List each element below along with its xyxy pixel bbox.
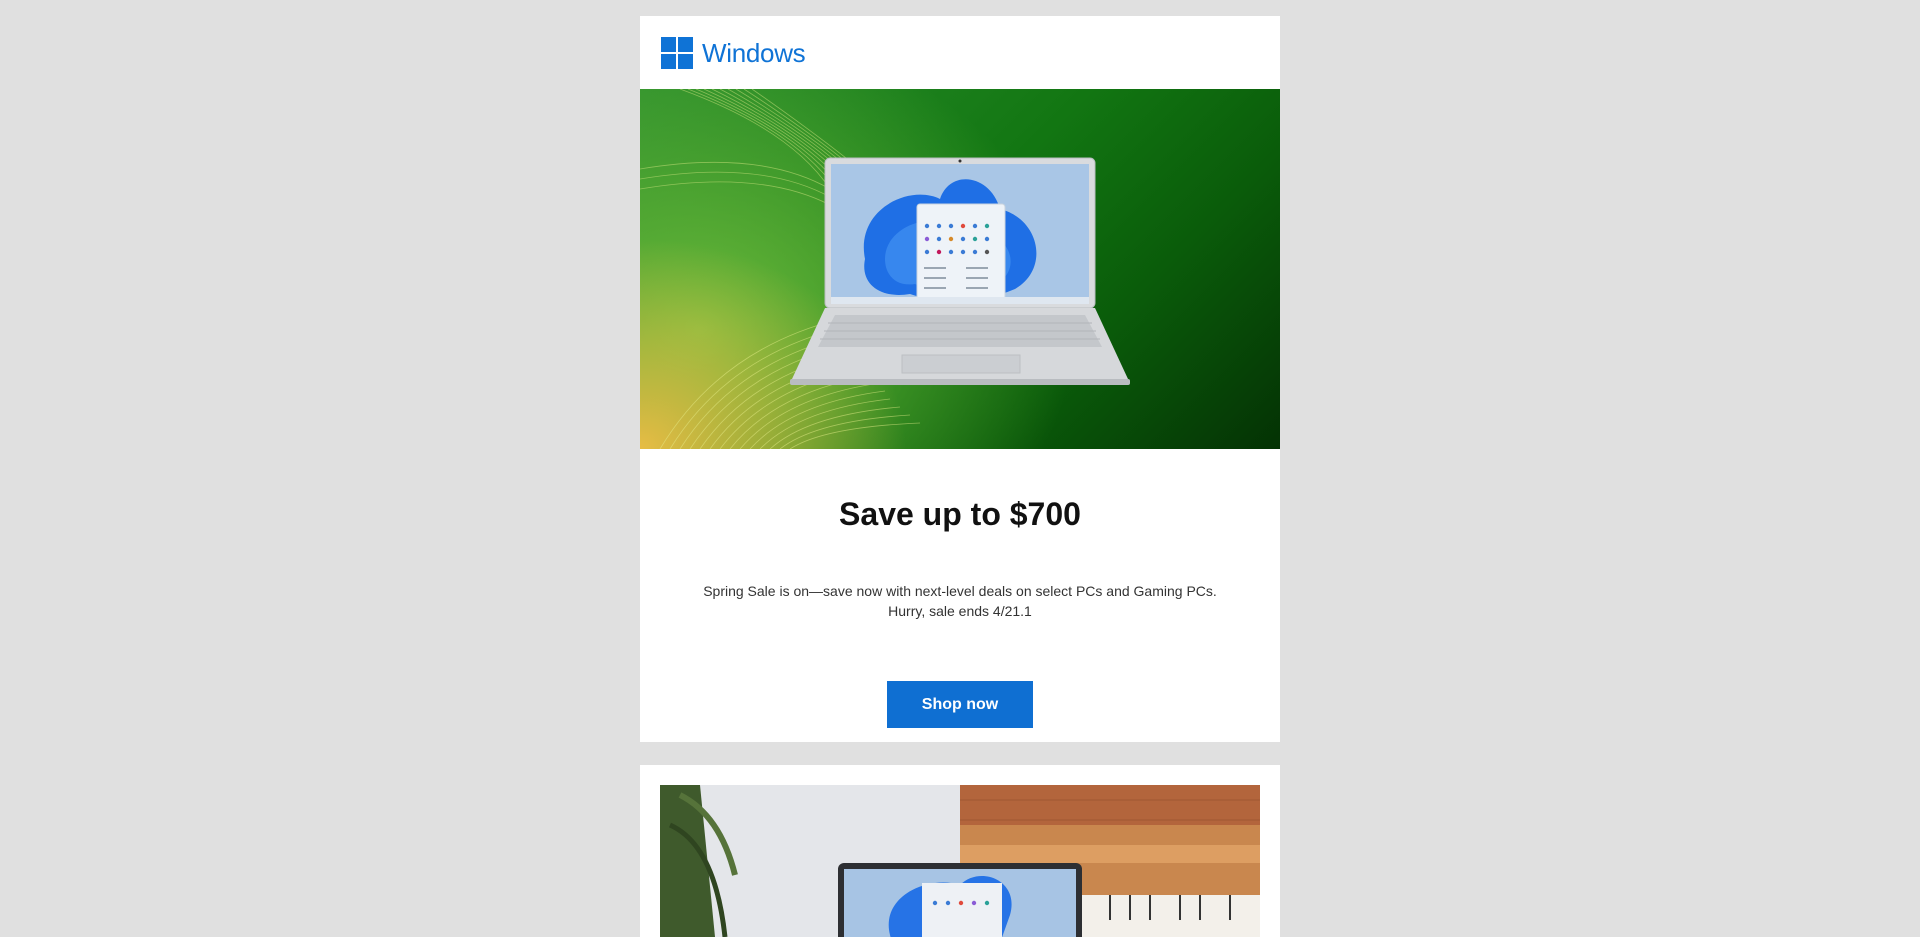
hero-banner[interactable]: [640, 89, 1280, 449]
hero-illustration: [640, 89, 1130, 449]
promo-headline: Save up to $700: [839, 496, 1081, 532]
promo-body: Spring Sale is on—save now with next-lev…: [680, 581, 1240, 621]
lifestyle-photo-illustration: [660, 785, 1260, 937]
shop-now-button[interactable]: Shop now: [887, 681, 1033, 728]
secondary-card: [640, 765, 1280, 937]
promo-body-line-1: Spring Sale is on—save now with next-lev…: [703, 583, 1217, 599]
laptop-icon: [790, 157, 1130, 385]
windows-logo[interactable]: Windows: [661, 36, 806, 69]
email-header: Windows: [640, 16, 1280, 89]
windows-logo-icon: [661, 36, 693, 69]
windows-logo-text: Windows: [702, 37, 806, 68]
lifestyle-photo[interactable]: [660, 785, 1260, 937]
promo-body-line-2: Hurry, sale ends 4/21.1: [888, 603, 1032, 619]
email-card: Windows Save up to $700 Spring Sale is o…: [640, 16, 1280, 742]
